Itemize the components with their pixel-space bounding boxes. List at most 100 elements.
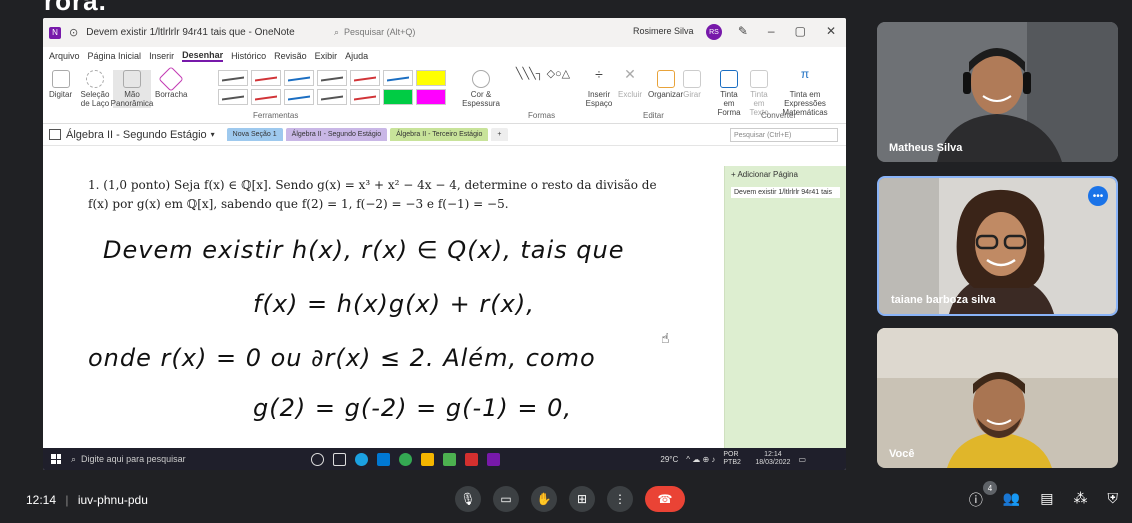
chevron-down-icon[interactable]: ▾ (211, 130, 215, 139)
pen-swatch[interactable] (350, 70, 380, 86)
rotate-button[interactable]: Girar (683, 70, 701, 99)
hangup-icon: ☎ (657, 492, 673, 506)
note-page[interactable]: 1. (1,0 ponto) Seja f(x) ∈ ℚ[x]. Sendo g… (43, 166, 723, 448)
menu-arquivo[interactable]: Arquivo (49, 51, 80, 61)
eraser-button[interactable]: Borracha (155, 66, 187, 99)
ribbon: Digitar Seleção de Laço Mão Panorâmica B… (43, 64, 846, 124)
pen-swatch[interactable] (251, 70, 281, 86)
pen-swatch[interactable] (383, 70, 413, 86)
clock[interactable]: 12:14 18/03/2022 (755, 451, 790, 467)
participant-tile[interactable]: Matheus Silva (877, 22, 1118, 162)
participant-tile-self[interactable]: Você (877, 328, 1118, 468)
weather-temp: 29°C (660, 454, 679, 464)
task-view-icon[interactable] (333, 452, 346, 466)
tab-segundo-estagio[interactable]: Álgebra II - Segundo Estágio (285, 128, 388, 141)
ink-to-text-button[interactable]: Tinta em Texto (745, 70, 773, 117)
info-icon[interactable]: ⓘ (969, 490, 983, 510)
pen-icon[interactable]: ✎ (738, 24, 748, 38)
minimize-button[interactable]: – (768, 24, 775, 38)
hand-cursor-icon: ☝ (661, 330, 670, 346)
more-options-button[interactable]: ⋮ (607, 486, 633, 512)
page-list-item[interactable]: Devem existir 1/ltlrlrlr 94r41 tais (731, 187, 840, 198)
pen-swatch[interactable] (416, 89, 446, 105)
pen-swatch[interactable] (218, 89, 248, 105)
microphone-button[interactable]: 🎙 (455, 486, 481, 512)
back-icon[interactable]: ⊙ (69, 26, 78, 39)
avatar[interactable]: RS (706, 24, 722, 40)
search-input[interactable]: ⌕ Pesquisar (Alt+Q) (334, 23, 444, 41)
add-section-button[interactable]: + (491, 128, 508, 141)
group-formas: Formas (528, 111, 556, 120)
lasso-button[interactable]: Seleção de Laço (81, 70, 109, 108)
page-list: + Adicionar Página Devem existir 1/ltlrl… (724, 166, 846, 448)
user-name: Rosimere Silva (633, 26, 694, 36)
camera-icon: ▭ (500, 492, 512, 506)
chrome-icon[interactable] (399, 452, 412, 466)
color-thickness-button[interactable]: Cor & Espessura (461, 70, 501, 108)
meeting-info: 12:14 | iuv-phnu-pdu (26, 493, 148, 507)
present-button[interactable]: ⊞ (569, 486, 595, 512)
cortana-icon[interactable] (311, 452, 324, 466)
windows-start-icon[interactable] (51, 454, 61, 464)
pen-swatch[interactable] (251, 89, 281, 105)
palette-icon (472, 70, 490, 88)
notification-icon[interactable]: ▭ (798, 455, 806, 464)
add-page-button[interactable]: + Adicionar Página (725, 166, 846, 183)
menu-exibir[interactable]: Exibir (315, 51, 338, 61)
menu-inserir[interactable]: Inserir (149, 51, 174, 61)
chat-icon[interactable]: ▤ (1040, 490, 1053, 510)
ink-to-math-button[interactable]: π Tinta em Expressões Matemáticas (775, 68, 835, 117)
people-icon[interactable]: 👥 (1003, 490, 1020, 510)
restore-button[interactable]: ▢ (795, 24, 806, 38)
language-indicator[interactable]: POR PTB2 (723, 451, 747, 467)
close-button[interactable]: ✕ (826, 24, 836, 38)
meeting-controls-bar: 12:14 | iuv-phnu-pdu 🎙 ▭ ✋ ⊞ ⋮ ☎ 4 ⓘ 👥 ▤… (0, 474, 1132, 523)
tray-icons[interactable]: ^ ☁ ⊕ ♪ (686, 455, 715, 464)
shapes-gallery[interactable]: ╲╲╲┐ ◇○△ (513, 69, 573, 100)
insert-space-icon: ÷ (595, 66, 603, 82)
pen-swatch[interactable] (350, 89, 380, 105)
present-icon: ⊞ (576, 492, 588, 506)
menu-revisao[interactable]: Revisão (274, 51, 307, 61)
menu-historico[interactable]: Histórico (231, 51, 266, 61)
host-controls-icon[interactable]: ⛨ (1108, 490, 1119, 510)
pen-swatch[interactable] (317, 70, 347, 86)
delete-icon: ✕ (624, 66, 636, 82)
arrange-icon (656, 70, 675, 88)
tab-nova-secao[interactable]: Nova Seção 1 (226, 128, 283, 141)
pen-swatch[interactable] (218, 70, 248, 86)
taskbar-search[interactable]: ⌕ Digite aqui para pesquisar (71, 454, 301, 465)
raise-hand-button[interactable]: ✋ (531, 486, 557, 512)
menu-desenhar[interactable]: Desenhar (182, 50, 224, 62)
insert-space-button[interactable]: ÷ Inserir Espaço (583, 66, 615, 108)
ink-shape-label: Tinta em Forma (717, 90, 741, 117)
menu-ajuda[interactable]: Ajuda (345, 51, 368, 61)
onenote-taskbar-icon[interactable] (487, 452, 500, 466)
notebook-icon (49, 129, 61, 140)
edge-icon[interactable] (355, 452, 368, 466)
pen-swatch[interactable] (284, 89, 314, 105)
ink-to-shape-button[interactable]: Tinta em Forma (715, 70, 743, 117)
pdf-icon[interactable] (465, 452, 478, 466)
pan-button[interactable]: Mão Panorâmica (111, 70, 153, 108)
handwriting-line-2: f(x) = h(x)g(x) + r(x), (253, 290, 535, 318)
tab-terceiro-estagio[interactable]: Álgebra II - Terceiro Estágio (390, 128, 489, 141)
activities-icon[interactable]: ⁂ (1074, 490, 1088, 510)
pen-swatch[interactable] (416, 70, 446, 86)
app-icon[interactable] (443, 452, 456, 466)
digitar-button[interactable]: Digitar (49, 70, 72, 99)
camera-button[interactable]: ▭ (493, 486, 519, 512)
delete-button[interactable]: ✕ Excluir (618, 66, 642, 99)
pen-swatch[interactable] (383, 89, 413, 105)
more-options-icon[interactable]: ••• (1088, 186, 1108, 206)
participant-tile-active[interactable]: ••• taiane barboza silva (877, 176, 1118, 316)
notebook-search-input[interactable]: Pesquisar (Ctrl+E) (730, 128, 838, 142)
end-call-button[interactable]: ☎ (645, 486, 685, 512)
menu-pagina-inicial[interactable]: Página Inicial (88, 51, 142, 61)
explorer-icon[interactable] (421, 452, 434, 466)
pen-swatch[interactable] (284, 70, 314, 86)
notebook-name[interactable]: Álgebra II - Segundo Estágio (66, 129, 207, 141)
arrange-button[interactable]: Organizar (648, 70, 683, 99)
pen-swatch[interactable] (317, 89, 347, 105)
mail-icon[interactable] (377, 452, 390, 466)
